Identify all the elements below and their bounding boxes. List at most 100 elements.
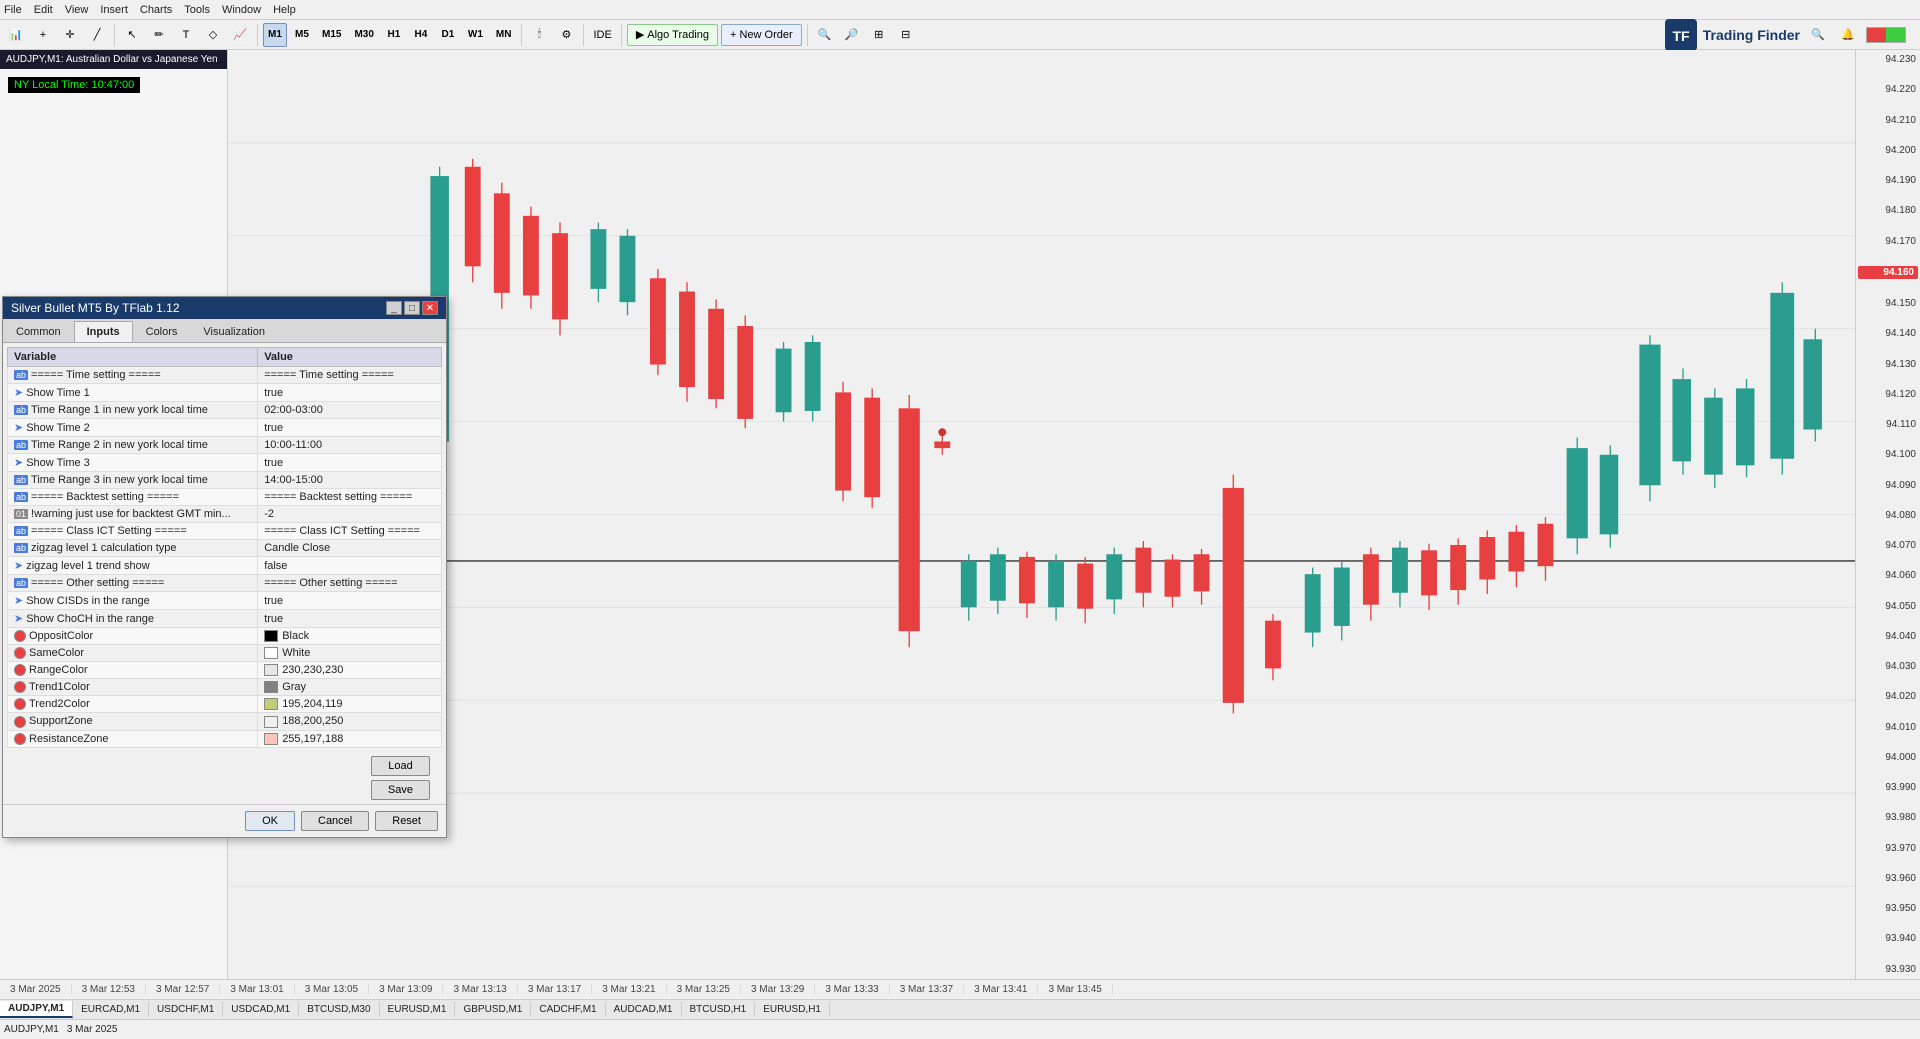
table-row[interactable]: abzigzag level 1 calculation typeCandle … <box>8 540 442 557</box>
search-btn[interactable]: 🔍 <box>1806 23 1830 47</box>
table-row[interactable]: ab===== Class ICT Setting ========== Cla… <box>8 523 442 540</box>
indicators-btn[interactable]: 📈 <box>228 23 252 47</box>
table-row[interactable]: 01!warning just use for backtest GMT min… <box>8 506 442 523</box>
table-row[interactable]: abTime Range 2 in new york local time10:… <box>8 437 442 454</box>
param-value[interactable]: true <box>258 592 442 610</box>
sym-tab-4[interactable]: BTCUSD,M30 <box>299 1002 379 1017</box>
tf-h1[interactable]: H1 <box>382 23 406 47</box>
sym-tab-1[interactable]: EURCAD,M1 <box>73 1002 149 1017</box>
param-value[interactable]: false <box>258 557 442 575</box>
table-row[interactable]: ➤zigzag level 1 trend showfalse <box>8 557 442 575</box>
sym-tab-0[interactable]: AUDJPY,M1 <box>0 1001 73 1018</box>
table-row[interactable]: ab===== Backtest setting ========== Back… <box>8 489 442 506</box>
param-value[interactable]: true <box>258 454 442 472</box>
table-row[interactable]: abTime Range 3 in new york local time14:… <box>8 472 442 489</box>
table-row[interactable]: SupportZone188,200,250 <box>8 713 442 730</box>
tf-m1[interactable]: M1 <box>263 23 287 47</box>
param-value[interactable]: ===== Class ICT Setting ===== <box>258 523 442 540</box>
dialog-content[interactable]: Variable Value ab===== Time setting ====… <box>3 343 446 752</box>
shapes-btn[interactable]: ◇ <box>201 23 225 47</box>
table-row[interactable]: ResistanceZone255,197,188 <box>8 730 442 747</box>
sym-tab-6[interactable]: GBPUSD,M1 <box>455 1002 531 1017</box>
tf-d1[interactable]: D1 <box>436 23 460 47</box>
table-row[interactable]: ➤Show Time 1true <box>8 384 442 402</box>
param-value[interactable]: 230,230,230 <box>258 662 442 679</box>
table-row[interactable]: ➤Show Time 2true <box>8 419 442 437</box>
sym-tab-5[interactable]: EURUSD,M1 <box>380 1002 456 1017</box>
param-value[interactable]: 10:00-11:00 <box>258 437 442 454</box>
table-row[interactable]: ➤Show Time 3true <box>8 454 442 472</box>
dialog-restore-btn[interactable]: □ <box>404 301 420 315</box>
chart-type-btn[interactable]: 🕯 <box>527 23 551 47</box>
param-value[interactable]: ===== Backtest setting ===== <box>258 489 442 506</box>
load-btn[interactable]: Load <box>371 756 430 776</box>
zoom-out-btn[interactable]: 🔍 <box>813 23 837 47</box>
tab-inputs[interactable]: Inputs <box>74 321 133 342</box>
menu-tools[interactable]: Tools <box>184 4 210 16</box>
sym-tab-7[interactable]: CADCHF,M1 <box>531 1002 605 1017</box>
sym-tab-8[interactable]: AUDCAD,M1 <box>606 1002 682 1017</box>
table-row[interactable]: ➤Show ChoCH in the rangetrue <box>8 610 442 628</box>
cursor-btn[interactable]: ↖ <box>120 23 144 47</box>
menu-file[interactable]: File <box>4 4 22 16</box>
param-value[interactable]: -2 <box>258 506 442 523</box>
param-value[interactable]: Black <box>258 628 442 645</box>
param-value[interactable]: true <box>258 610 442 628</box>
table-row[interactable]: Trend2Color195,204,119 <box>8 696 442 713</box>
tf-m5[interactable]: M5 <box>290 23 314 47</box>
param-value[interactable]: true <box>258 419 442 437</box>
menu-charts[interactable]: Charts <box>140 4 172 16</box>
tab-colors[interactable]: Colors <box>133 321 191 342</box>
tf-m30[interactable]: M30 <box>349 23 378 47</box>
dialog-minimize-btn[interactable]: _ <box>386 301 402 315</box>
tab-visualization[interactable]: Visualization <box>190 321 278 342</box>
param-value[interactable]: 188,200,250 <box>258 713 442 730</box>
line-tool-btn[interactable]: ╱ <box>85 23 109 47</box>
sym-tab-3[interactable]: USDCAD,M1 <box>223 1002 299 1017</box>
new-chart-btn[interactable]: 📊 <box>4 23 28 47</box>
table-row[interactable]: ➤Show CISDs in the rangetrue <box>8 592 442 610</box>
menu-window[interactable]: Window <box>222 4 261 16</box>
zoom-in-btn[interactable]: + <box>31 23 55 47</box>
table-row[interactable]: Trend1ColorGray <box>8 679 442 696</box>
save-btn[interactable]: Save <box>371 780 430 800</box>
tf-m15[interactable]: M15 <box>317 23 346 47</box>
param-value[interactable]: Candle Close <box>258 540 442 557</box>
dialog-titlebar[interactable]: Silver Bullet MT5 By TFlab 1.12 _ □ ✕ <box>3 297 446 319</box>
menu-insert[interactable]: Insert <box>100 4 128 16</box>
tf-mn[interactable]: MN <box>491 23 517 47</box>
sym-tab-10[interactable]: EURUSD,H1 <box>755 1002 830 1017</box>
param-value[interactable]: ===== Other setting ===== <box>258 575 442 592</box>
table-row[interactable]: ab===== Time setting ========== Time set… <box>8 367 442 384</box>
param-value[interactable]: 14:00-15:00 <box>258 472 442 489</box>
tf-w1[interactable]: W1 <box>463 23 488 47</box>
ide-btn[interactable]: IDE <box>589 23 615 47</box>
param-value[interactable]: 195,204,119 <box>258 696 442 713</box>
grid-btn[interactable]: ⊞ <box>867 23 891 47</box>
text-btn[interactable]: T <box>174 23 198 47</box>
ok-btn[interactable]: OK <box>245 811 295 831</box>
param-value[interactable]: ===== Time setting ===== <box>258 367 442 384</box>
candle-container[interactable] <box>228 50 1855 979</box>
param-value[interactable]: true <box>258 384 442 402</box>
sym-tab-2[interactable]: USDCHF,M1 <box>149 1002 223 1017</box>
table-row[interactable]: abTime Range 1 in new york local time02:… <box>8 402 442 419</box>
menu-help[interactable]: Help <box>273 4 296 16</box>
param-value[interactable]: Gray <box>258 679 442 696</box>
reset-btn[interactable]: Reset <box>375 811 438 831</box>
menu-view[interactable]: View <box>65 4 89 16</box>
tf-h4[interactable]: H4 <box>409 23 433 47</box>
table-row[interactable]: RangeColor230,230,230 <box>8 662 442 679</box>
table-row[interactable]: ab===== Other setting ========== Other s… <box>8 575 442 592</box>
table-row[interactable]: OppositColorBlack <box>8 628 442 645</box>
param-value[interactable]: White <box>258 645 442 662</box>
zoom-in2-btn[interactable]: 🔎 <box>840 23 864 47</box>
chart-settings-btn[interactable]: ⚙ <box>554 23 578 47</box>
table-row[interactable]: SameColorWhite <box>8 645 442 662</box>
crosshair-btn[interactable]: ✛ <box>58 23 82 47</box>
cancel-btn[interactable]: Cancel <box>301 811 369 831</box>
overview-btn[interactable]: ⊟ <box>894 23 918 47</box>
dialog-close-btn[interactable]: ✕ <box>422 301 438 315</box>
param-value[interactable]: 02:00-03:00 <box>258 402 442 419</box>
tab-common[interactable]: Common <box>3 321 74 342</box>
